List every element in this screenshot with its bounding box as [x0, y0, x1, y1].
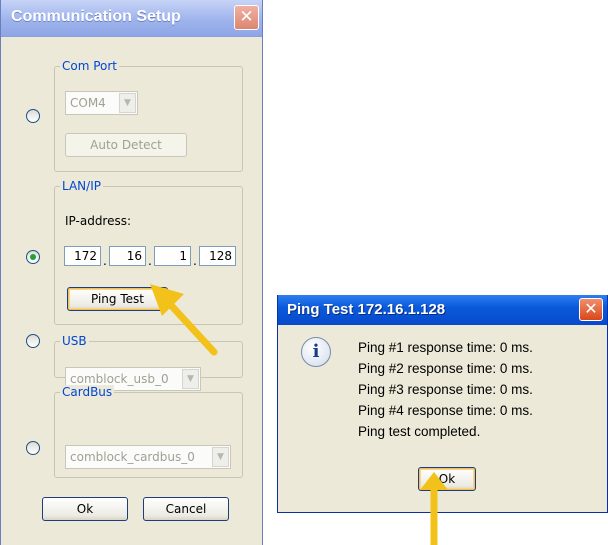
usb-legend: USB: [60, 334, 89, 348]
ip-address-label: IP-address:: [65, 214, 132, 228]
ping-message-line: Ping #1 response time: 0 ms.: [358, 340, 533, 355]
auto-detect-button[interactable]: Auto Detect: [65, 133, 187, 157]
radio-com-port[interactable]: [26, 109, 40, 123]
com-port-value: COM4: [70, 96, 106, 110]
cardbus-legend: CardBus: [60, 385, 115, 399]
setup-close-icon[interactable]: ✕: [234, 5, 259, 30]
cardbus-device-select[interactable]: comblock_cardbus_0 ▼: [65, 445, 231, 469]
ping-message-line: Ping #2 response time: 0 ms.: [358, 361, 533, 376]
annotation-arrow-ok: [420, 472, 448, 545]
chevron-down-icon[interactable]: ▼: [182, 369, 199, 389]
radio-usb[interactable]: [26, 334, 40, 348]
ip-dot: .: [103, 254, 107, 268]
ip-dot: .: [148, 254, 152, 268]
com-port-legend: Com Port: [60, 59, 120, 73]
radio-lan-ip[interactable]: [26, 250, 40, 264]
ip-octet-1[interactable]: 172: [64, 246, 101, 266]
ip-dot: .: [193, 254, 197, 268]
info-icon: i: [301, 337, 331, 367]
com-port-select[interactable]: COM4 ▼: [65, 91, 138, 115]
ping-message-line: Ping #4 response time: 0 ms.: [358, 403, 533, 418]
setup-title: Communication Setup: [11, 8, 181, 25]
ping-close-icon[interactable]: ✕: [579, 298, 603, 321]
ip-octet-2[interactable]: 16: [109, 246, 146, 266]
ok-button[interactable]: Ok: [42, 497, 128, 521]
setup-titlebar[interactable]: Communication Setup ✕: [1, 0, 262, 37]
annotation-arrow-ping: [150, 284, 218, 356]
communication-setup-window: Communication Setup ✕ Com Port COM4 ▼ Au…: [0, 0, 263, 545]
chevron-down-icon[interactable]: ▼: [119, 93, 136, 113]
ip-octet-3[interactable]: 1: [154, 246, 191, 266]
cardbus-device-value: comblock_cardbus_0: [70, 450, 195, 464]
ping-titlebar[interactable]: Ping Test 172.16.1.128 ✕: [278, 295, 607, 325]
chevron-down-icon[interactable]: ▼: [212, 447, 229, 467]
ping-message-line: Ping #3 response time: 0 ms.: [358, 382, 533, 397]
cancel-button[interactable]: Cancel: [143, 497, 229, 521]
lan-ip-legend: LAN/IP: [60, 179, 103, 193]
ping-message-line: Ping test completed.: [358, 424, 481, 439]
ping-dialog-title: Ping Test 172.16.1.128: [287, 301, 446, 318]
radio-cardbus[interactable]: [26, 441, 40, 455]
usb-device-value: comblock_usb_0: [70, 372, 169, 386]
ip-octet-4[interactable]: 128: [199, 246, 236, 266]
